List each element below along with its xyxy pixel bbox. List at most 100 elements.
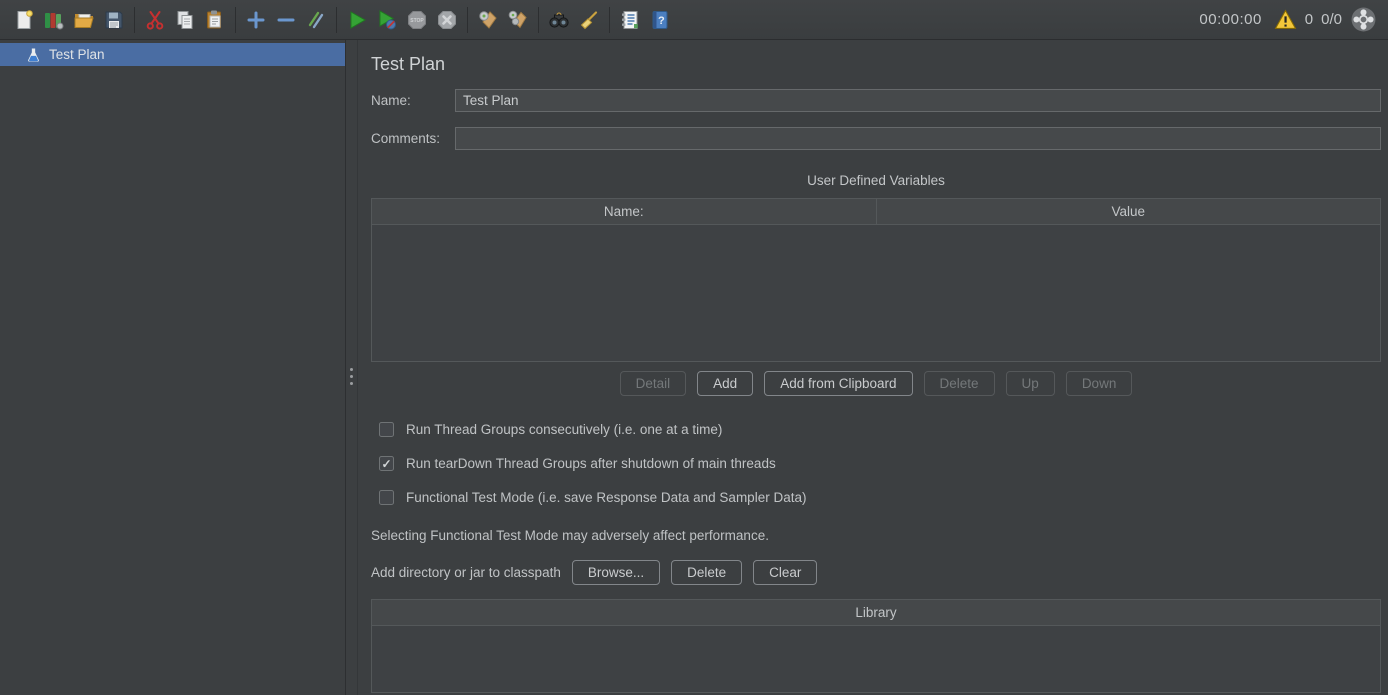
stop-button[interactable]: STOP xyxy=(402,5,432,35)
clear-all-button[interactable] xyxy=(503,5,533,35)
copy-button[interactable] xyxy=(170,5,200,35)
test-plan-tree: Test Plan xyxy=(0,40,346,695)
name-label: Name: xyxy=(371,93,455,108)
expand-all-icon xyxy=(245,9,267,31)
start-icon xyxy=(346,9,368,31)
search-icon xyxy=(548,9,570,31)
start-no-timers-button[interactable] xyxy=(372,5,402,35)
toolbar: STOP ? 00:00:00 0 0/0 xyxy=(0,0,1388,40)
variables-button-row: Detail Add Add from Clipboard Delete Up … xyxy=(371,371,1381,396)
delete-classpath-button[interactable]: Delete xyxy=(671,560,742,585)
save-button[interactable] xyxy=(99,5,129,35)
clear-icon xyxy=(477,9,499,31)
toolbar-separator xyxy=(609,7,610,33)
start-button[interactable] xyxy=(342,5,372,35)
variables-table-header: Name: Value xyxy=(372,199,1380,225)
user-defined-variables-title: User Defined Variables xyxy=(371,173,1381,188)
up-button[interactable]: Up xyxy=(1006,371,1055,396)
clear-button[interactable] xyxy=(473,5,503,35)
svg-text:STOP: STOP xyxy=(410,18,424,24)
cut-icon xyxy=(144,9,166,31)
shutdown-icon xyxy=(436,9,458,31)
thread-counts: 0/0 xyxy=(1321,11,1342,28)
checkbox-label: Run Thread Groups consecutively (i.e. on… xyxy=(406,422,722,437)
function-helper-button[interactable] xyxy=(615,5,645,35)
collapse-all-button[interactable] xyxy=(271,5,301,35)
comments-input[interactable] xyxy=(455,127,1381,150)
clear-classpath-button[interactable]: Clear xyxy=(753,560,817,585)
reset-search-button[interactable] xyxy=(574,5,604,35)
toolbar-separator xyxy=(235,7,236,33)
classpath-row: Add directory or jar to classpath Browse… xyxy=(371,560,1381,585)
stop-icon: STOP xyxy=(406,9,428,31)
run-options: Run Thread Groups consecutively (i.e. on… xyxy=(379,422,1381,505)
content-area: Test Plan Test Plan Name: Comments: User… xyxy=(0,40,1388,695)
user-defined-variables-table: Name: Value xyxy=(371,198,1381,362)
test-plan-flask-icon xyxy=(27,47,40,63)
name-field-row: Name: xyxy=(371,89,1381,112)
checkbox-icon xyxy=(379,490,394,505)
log-error-count: 0 xyxy=(1305,11,1313,28)
tree-item-label: Test Plan xyxy=(49,47,105,62)
paste-button[interactable] xyxy=(200,5,230,35)
checkbox-run-teardown-thread-groups[interactable]: ✓ Run tearDown Thread Groups after shutd… xyxy=(379,456,1381,471)
checkbox-run-thread-groups-consecutively[interactable]: Run Thread Groups consecutively (i.e. on… xyxy=(379,422,1381,437)
toolbar-separator xyxy=(467,7,468,33)
checkbox-functional-test-mode[interactable]: Functional Test Mode (i.e. save Response… xyxy=(379,490,1381,505)
open-file-button[interactable] xyxy=(69,5,99,35)
comments-label: Comments: xyxy=(371,131,455,146)
column-header-value[interactable]: Value xyxy=(877,199,1381,224)
toolbar-separator xyxy=(336,7,337,33)
function-helper-icon xyxy=(619,9,641,31)
name-input[interactable] xyxy=(455,89,1381,112)
delete-variable-button[interactable]: Delete xyxy=(924,371,995,396)
checkbox-label: Run tearDown Thread Groups after shutdow… xyxy=(406,456,776,471)
warning-icon[interactable] xyxy=(1274,8,1297,31)
add-from-clipboard-button[interactable]: Add from Clipboard xyxy=(764,371,912,396)
splitter-grip-icon xyxy=(350,368,353,389)
templates-icon xyxy=(43,9,65,31)
help-icon: ? xyxy=(649,9,671,31)
toggle-button[interactable] xyxy=(301,5,331,35)
library-table: Library xyxy=(371,599,1381,693)
svg-text:?: ? xyxy=(658,15,665,27)
cut-button[interactable] xyxy=(140,5,170,35)
collapse-all-icon xyxy=(275,9,297,31)
browse-button[interactable]: Browse... xyxy=(572,560,660,585)
library-column-header[interactable]: Library xyxy=(372,600,1380,626)
copy-icon xyxy=(174,9,196,31)
remote-wheel-icon[interactable] xyxy=(1350,6,1377,33)
classpath-label: Add directory or jar to classpath xyxy=(371,565,561,580)
tree-item-test-plan[interactable]: Test Plan xyxy=(0,43,345,66)
open-file-icon xyxy=(73,9,95,31)
toolbar-separator xyxy=(134,7,135,33)
variables-table-body[interactable] xyxy=(372,225,1380,361)
start-no-timers-icon xyxy=(376,9,398,31)
toolbar-status-area: 00:00:00 0 0/0 xyxy=(1199,6,1379,33)
paste-icon xyxy=(204,9,226,31)
checkbox-label: Functional Test Mode (i.e. save Response… xyxy=(406,490,806,505)
down-button[interactable]: Down xyxy=(1066,371,1133,396)
templates-button[interactable] xyxy=(39,5,69,35)
elapsed-time: 00:00:00 xyxy=(1199,11,1261,28)
shutdown-button[interactable] xyxy=(432,5,462,35)
test-plan-config-panel: Test Plan Name: Comments: User Defined V… xyxy=(358,40,1388,695)
checkbox-checked-icon: ✓ xyxy=(379,456,394,471)
search-button[interactable] xyxy=(544,5,574,35)
detail-button[interactable]: Detail xyxy=(620,371,687,396)
checkbox-icon xyxy=(379,422,394,437)
reset-search-icon xyxy=(578,9,600,31)
tree-main-splitter[interactable] xyxy=(346,40,358,695)
toolbar-separator xyxy=(538,7,539,33)
functional-mode-note: Selecting Functional Test Mode may adver… xyxy=(371,528,1381,543)
toggle-icon xyxy=(305,9,327,31)
expand-all-button[interactable] xyxy=(241,5,271,35)
add-button[interactable]: Add xyxy=(697,371,753,396)
new-file-icon xyxy=(13,9,35,31)
help-button[interactable]: ? xyxy=(645,5,675,35)
new-file-button[interactable] xyxy=(9,5,39,35)
column-header-name[interactable]: Name: xyxy=(372,199,877,224)
library-table-body[interactable] xyxy=(372,626,1380,692)
save-icon xyxy=(103,9,125,31)
comments-field-row: Comments: xyxy=(371,127,1381,150)
